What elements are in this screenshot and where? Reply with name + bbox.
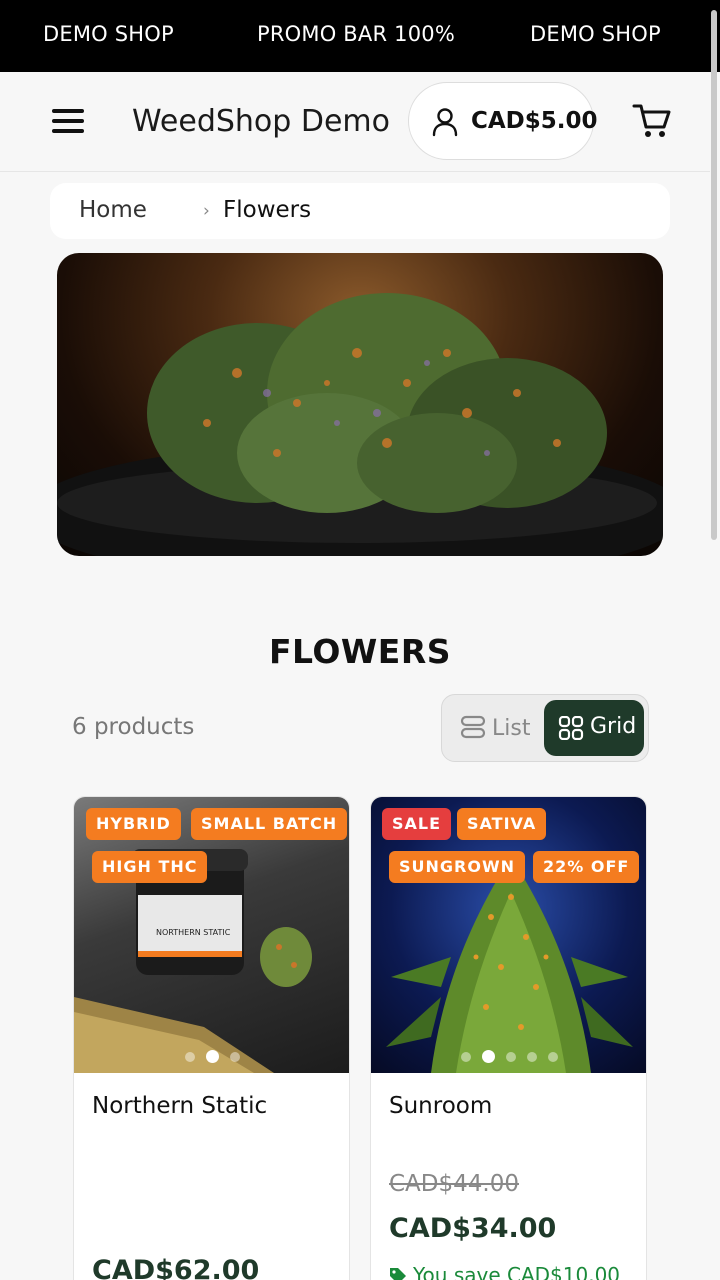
view-toggle: List Grid <box>441 694 649 762</box>
site-header: WeedShop Demo CAD$5.00 <box>0 72 710 172</box>
list-view-button[interactable]: List <box>460 715 530 741</box>
sale-badge: SALE <box>382 808 452 840</box>
badge: SUNGROWN <box>389 851 525 883</box>
product-price: CAD$34.00 <box>389 1213 557 1244</box>
category-hero-image <box>57 253 663 556</box>
breadcrumb: Home › Flowers <box>50 183 670 239</box>
breadcrumb-home-link[interactable]: Home <box>79 197 147 223</box>
price-tag-icon <box>390 1268 406 1280</box>
category-title: FLOWERS <box>268 632 452 671</box>
account-balance-button[interactable]: CAD$5.00 <box>408 82 598 160</box>
original-price: CAD$44.00 <box>389 1171 519 1197</box>
balance-amount: CAD$5.00 <box>471 108 598 134</box>
cart-icon <box>632 104 671 137</box>
grid-view-button[interactable]: Grid <box>544 700 644 756</box>
product-name[interactable]: Northern Static <box>92 1093 267 1119</box>
promo-text: DEMO SHOP <box>530 22 661 46</box>
promo-bar: DEMO SHOP PROMO BAR 100% DEMO SHOP <box>0 0 720 72</box>
product-count: 6 products <box>72 714 195 740</box>
savings-note: You save CAD$10.00 <box>389 1263 620 1280</box>
user-icon <box>432 108 458 137</box>
product-card[interactable]: SALE SATIVA SUNGROWN 22% OFF Sunroom CAD… <box>370 796 647 1280</box>
product-name[interactable]: Sunroom <box>389 1093 492 1119</box>
breadcrumb-current: Flowers <box>223 197 312 223</box>
jar-label-text: NORTHERN STATIC <box>156 928 231 937</box>
menu-icon[interactable] <box>50 106 86 136</box>
badge: HYBRID <box>86 808 181 840</box>
discount-badge: 22% OFF <box>533 851 640 883</box>
product-card[interactable]: NORTHERN STATIC HYBRID SMALL BATCH HIGH … <box>73 796 350 1280</box>
brand-logo-text[interactable]: WeedShop Demo <box>132 104 390 139</box>
savings-text: You save CAD$10.00 <box>413 1263 621 1280</box>
product-price: CAD$62.00 <box>92 1255 260 1280</box>
breadcrumb-separator: › <box>203 201 210 221</box>
badge: SMALL BATCH <box>191 808 348 840</box>
list-view-icon <box>460 715 486 739</box>
page-scrollbar[interactable] <box>711 0 717 1280</box>
image-carousel-dots[interactable] <box>461 1047 569 1063</box>
badge: SATIVA <box>457 808 547 840</box>
promo-text: DEMO SHOP <box>43 22 174 46</box>
grid-view-icon <box>558 716 584 740</box>
image-carousel-dots[interactable] <box>185 1047 251 1063</box>
cart-button[interactable] <box>632 102 672 144</box>
scrollbar-thumb[interactable] <box>711 10 717 540</box>
grid-view-label: Grid <box>590 714 637 739</box>
promo-text: PROMO BAR 100% <box>257 22 455 46</box>
badge: HIGH THC <box>92 851 208 883</box>
list-view-label: List <box>492 716 531 741</box>
